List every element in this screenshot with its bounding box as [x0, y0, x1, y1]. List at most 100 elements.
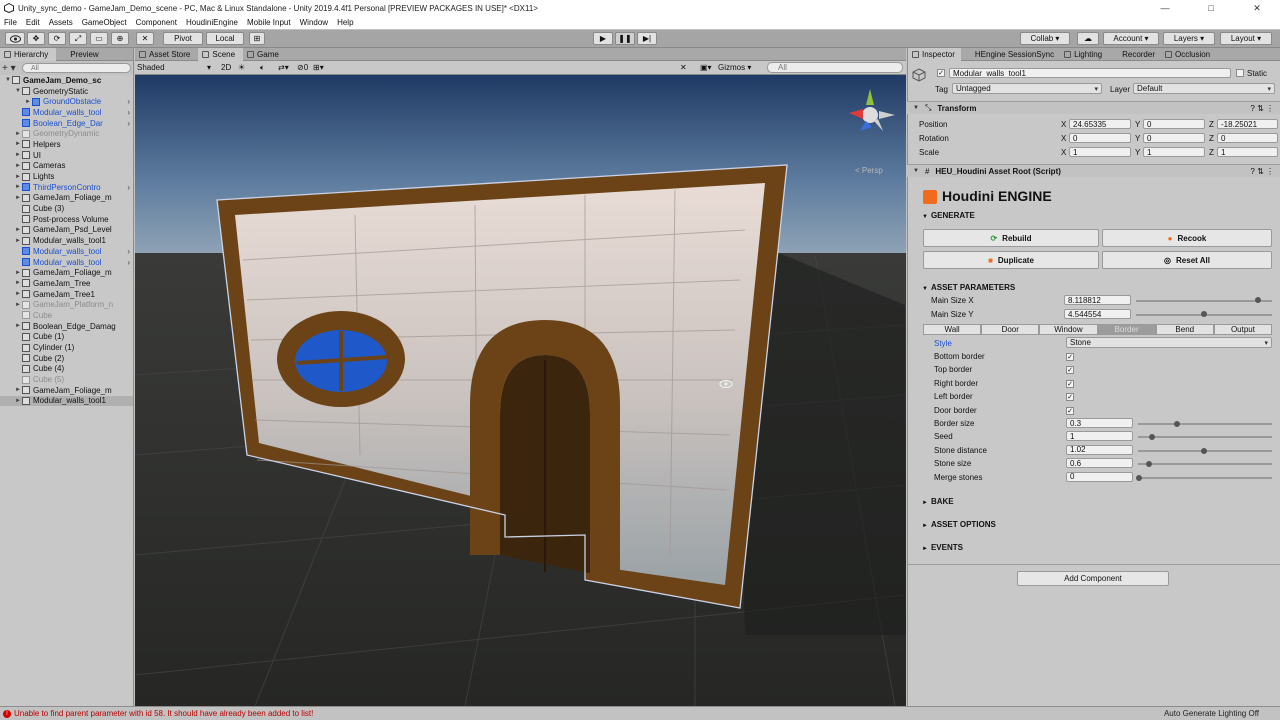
- scale-y-field[interactable]: 1: [1143, 147, 1205, 157]
- expand-arrow-icon[interactable]: ►: [14, 280, 22, 286]
- grid-dropdown-icon[interactable]: ⊞▾: [313, 62, 324, 73]
- hierarchy-item[interactable]: ► Cameras: [0, 161, 133, 172]
- hierarchy-item[interactable]: Post-process Volume: [0, 214, 133, 225]
- object-name-field[interactable]: Modular_walls_tool1: [949, 68, 1231, 78]
- scale-y-axis-label[interactable]: Y: [1135, 148, 1140, 157]
- expand-arrow-icon[interactable]: ►: [14, 398, 22, 404]
- rotation-y-field[interactable]: 0: [1143, 133, 1205, 143]
- maximize-button[interactable]: □: [1188, 0, 1234, 16]
- tab-hengine-sessionsync[interactable]: HEngine SessionSync: [961, 48, 1060, 61]
- main-size-y-slider-knob[interactable]: [1201, 311, 1207, 317]
- hierarchy-item[interactable]: Cube (5): [0, 374, 133, 385]
- slider-value-field[interactable]: 0.6: [1066, 458, 1133, 469]
- slider-track[interactable]: [1138, 463, 1272, 466]
- hierarchy-item[interactable]: ► UI: [0, 150, 133, 161]
- pause-button[interactable]: ❚❚: [615, 32, 635, 45]
- duplicate-button[interactable]: ■ Duplicate: [923, 251, 1099, 269]
- projection-label[interactable]: < Persp: [855, 166, 883, 175]
- camera-dropdown-icon[interactable]: ▣▾: [700, 62, 712, 73]
- events-section[interactable]: ► EVENTS: [922, 543, 963, 552]
- hierarchy-search-input[interactable]: All: [22, 63, 131, 73]
- menu-houdiniengine[interactable]: HoudiniEngine: [186, 18, 238, 27]
- scale-z-axis-label[interactable]: Z: [1209, 148, 1214, 157]
- position-y-field[interactable]: 0: [1143, 119, 1205, 129]
- main-size-x-slider-knob[interactable]: [1254, 297, 1261, 303]
- border-checkbox[interactable]: ✓: [1066, 353, 1074, 361]
- slider-value-field[interactable]: 1: [1066, 431, 1133, 442]
- local-toggle[interactable]: Local: [206, 32, 244, 45]
- hierarchy-item[interactable]: ► Boolean_Edge_Damag: [0, 321, 133, 332]
- border-checkbox[interactable]: ✓: [1066, 393, 1074, 402]
- tab-lighting[interactable]: Lighting: [1060, 48, 1108, 61]
- tab-preview[interactable]: Preview: [56, 48, 106, 61]
- expand-arrow-icon[interactable]: ►: [14, 270, 22, 276]
- expand-arrow-icon[interactable]: ►: [14, 174, 22, 180]
- menu-component[interactable]: Component: [136, 18, 177, 27]
- tab-scene[interactable]: Scene: [198, 48, 244, 61]
- param-tab-border[interactable]: Border: [1097, 324, 1156, 335]
- recook-button[interactable]: ● Recook: [1102, 229, 1272, 247]
- hierarchy-item[interactable]: ► GameJam_Psd_Level: [0, 225, 133, 236]
- move-tool-icon[interactable]: ✥: [27, 32, 45, 45]
- light-toggle-icon[interactable]: ☀: [238, 62, 245, 73]
- expand-arrow-icon[interactable]: ►: [14, 184, 22, 190]
- collapse-arrow-icon[interactable]: ▼: [4, 77, 12, 83]
- expand-arrow-icon[interactable]: ►: [14, 227, 22, 233]
- param-tab-bend[interactable]: Bend: [1155, 324, 1214, 335]
- hierarchy-item[interactable]: ► Modular_walls_tool1: [0, 235, 133, 246]
- tab-asset-store[interactable]: Asset Store: [135, 48, 198, 61]
- expand-arrow-icon[interactable]: ►: [14, 323, 22, 329]
- hierarchy-item[interactable]: ► Helpers: [0, 139, 133, 150]
- hierarchy-item[interactable]: ► Modular_walls_tool1: [0, 395, 133, 407]
- prefab-open-chevron-icon[interactable]: ›: [127, 108, 130, 117]
- hierarchy-item[interactable]: ► Lights: [0, 171, 133, 182]
- prefab-open-chevron-icon[interactable]: ›: [127, 183, 130, 192]
- static-checkbox[interactable]: [1236, 69, 1244, 77]
- tab-occlusion[interactable]: Occlusion: [1161, 48, 1216, 61]
- layers-dropdown[interactable]: Layers ▾: [1163, 32, 1215, 45]
- minimize-button[interactable]: —: [1142, 0, 1188, 16]
- scale-x-field[interactable]: 1: [1069, 147, 1131, 157]
- shading-mode-dropdown[interactable]: Shaded ▾: [137, 62, 213, 73]
- rotation-z-field[interactable]: 0: [1217, 133, 1278, 143]
- prefab-open-chevron-icon[interactable]: ›: [127, 97, 130, 106]
- expand-arrow-icon[interactable]: ►: [14, 387, 22, 393]
- scene-viewport[interactable]: < Persp: [135, 75, 906, 706]
- collapse-arrow-icon[interactable]: ▼: [14, 88, 22, 94]
- expand-arrow-icon[interactable]: ►: [24, 99, 32, 105]
- add-component-button[interactable]: Add Component: [1017, 571, 1169, 586]
- hierarchy-item[interactable]: Cube: [0, 310, 133, 321]
- expand-arrow-icon[interactable]: ►: [14, 195, 22, 201]
- component-menu-icon[interactable]: ? ⇅ ⋮: [1250, 104, 1274, 113]
- expand-arrow-icon[interactable]: ►: [14, 152, 22, 158]
- hidden-objects-counter[interactable]: ⊘ 0: [297, 62, 308, 73]
- border-checkbox[interactable]: ✓: [1066, 379, 1074, 388]
- tab-recorder[interactable]: Recorder: [1108, 48, 1161, 61]
- expand-arrow-icon[interactable]: ►: [14, 163, 22, 169]
- custom-tool-icon[interactable]: ✕: [136, 32, 154, 45]
- style-dropdown[interactable]: Stone: [1066, 337, 1272, 348]
- position-x-axis-label[interactable]: X: [1061, 120, 1066, 129]
- account-dropdown[interactable]: Account ▾: [1103, 32, 1159, 45]
- prefab-open-chevron-icon[interactable]: ›: [127, 247, 130, 256]
- tab-game[interactable]: Game: [243, 48, 287, 61]
- param-tab-output[interactable]: Output: [1213, 324, 1273, 335]
- hierarchy-item[interactable]: ► GameJam_Tree: [0, 278, 133, 289]
- rotate-tool-icon[interactable]: ⟳: [48, 32, 66, 45]
- hierarchy-item[interactable]: ► GameJam_Tree1: [0, 289, 133, 300]
- collab-dropdown[interactable]: Collab ▾: [1020, 32, 1070, 45]
- expand-arrow-icon[interactable]: ►: [14, 302, 22, 308]
- slider-knob[interactable]: [1136, 474, 1142, 481]
- prefab-open-chevron-icon[interactable]: ›: [127, 119, 130, 128]
- slider-track[interactable]: [1138, 423, 1272, 425]
- main-size-x-field[interactable]: 8.118812: [1064, 295, 1131, 305]
- rect-tool-icon[interactable]: ▭: [90, 32, 108, 45]
- position-z-field[interactable]: -18.25021: [1217, 119, 1278, 129]
- tab-inspector[interactable]: Inspector: [908, 48, 961, 61]
- hierarchy-item[interactable]: Modular_walls_tool ›: [0, 257, 133, 268]
- slider-value-field[interactable]: 0.3: [1066, 418, 1133, 428]
- menu-help[interactable]: Help: [337, 18, 353, 27]
- hierarchy-item[interactable]: ► GeometryDynamic: [0, 128, 133, 139]
- hierarchy-item[interactable]: ► GameJam_Foliage_m: [0, 193, 133, 204]
- generate-section[interactable]: ▼ GENERATE: [922, 211, 975, 220]
